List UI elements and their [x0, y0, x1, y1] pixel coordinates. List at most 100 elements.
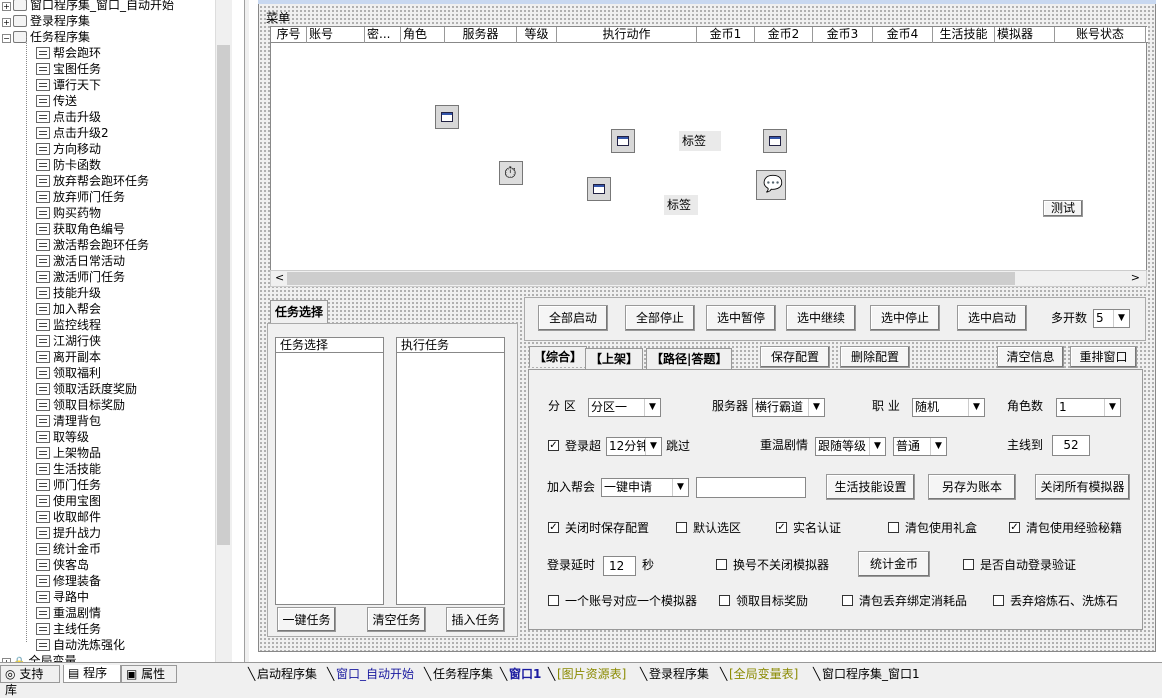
document-tab[interactable]: 窗口_自动开始 — [336, 666, 414, 682]
collapse-icon[interactable]: − — [2, 34, 11, 43]
tree-item[interactable]: 自动洗炼强化 — [36, 637, 125, 653]
one-key-task-button[interactable]: 一键任务 — [277, 607, 336, 632]
grid-column-header[interactable]: 账号状态 — [1055, 27, 1146, 43]
resume-selected-button[interactable]: 选中继续 — [786, 305, 856, 331]
tree-item[interactable]: − 任务程序集 — [2, 29, 90, 45]
save-on-close-checkbox[interactable]: ✓ — [548, 522, 559, 533]
login-delay-input[interactable]: 12 — [603, 556, 636, 576]
login-timeout-checkbox[interactable]: ✓ — [548, 440, 559, 451]
role-count-select[interactable]: 1 ▼ — [1056, 398, 1121, 417]
timer-component-icon[interactable] — [611, 129, 635, 153]
clear-info-button[interactable]: 清空信息 — [997, 346, 1064, 368]
tree-item[interactable]: 加入帮会 — [36, 301, 101, 317]
delete-config-button[interactable]: 删除配置 — [840, 346, 910, 368]
tree-item[interactable]: 监控线程 — [36, 317, 101, 333]
tree-item[interactable]: 取等级 — [36, 429, 89, 445]
tree-item[interactable]: 江湖行侠 — [36, 333, 101, 349]
pause-selected-button[interactable]: 选中暂停 — [706, 305, 776, 331]
tree-item[interactable]: 购买药物 — [36, 205, 101, 221]
life-skill-settings-button[interactable]: 生活技能设置 — [826, 474, 915, 500]
tree-item[interactable]: 激活帮会跑环任务 — [36, 237, 149, 253]
tree-item[interactable]: 放弃帮会跑环任务 — [36, 173, 149, 189]
timer-component-icon[interactable] — [763, 129, 787, 153]
tree-item[interactable]: 提升战力 — [36, 525, 101, 541]
server-select[interactable]: 横行霸道 ▼ — [752, 398, 825, 417]
tree-item[interactable]: 方向移动 — [36, 141, 101, 157]
stop-all-button[interactable]: 全部停止 — [625, 305, 695, 331]
document-tab[interactable]: 窗口程序集_窗口1 — [822, 666, 920, 682]
one-account-one-emulator-checkbox[interactable] — [548, 595, 559, 606]
insert-task-button[interactable]: 插入任务 — [446, 607, 505, 632]
chat-bubble-icon[interactable]: 💬 — [756, 170, 786, 200]
tab-support-library[interactable]: ◎ 支持库 — [0, 665, 60, 697]
tree-item[interactable]: 使用宝图 — [36, 493, 101, 509]
auto-login-verify-checkbox[interactable] — [963, 559, 974, 570]
tree-item[interactable]: 领取目标奖励 — [36, 397, 125, 413]
grid-column-header[interactable]: 等级 — [517, 27, 557, 43]
replay-mode-select[interactable]: 普通 ▼ — [893, 437, 947, 456]
tree-item[interactable]: 谭行天下 — [36, 77, 101, 93]
tree-item[interactable]: 宝图任务 — [36, 61, 101, 77]
grid-column-header[interactable]: 金币1 — [697, 27, 755, 43]
start-selected-button[interactable]: 选中启动 — [957, 305, 1027, 331]
timer-component-icon[interactable] — [587, 177, 611, 201]
grid-column-header[interactable]: 账号 — [307, 27, 365, 43]
tree-item[interactable]: 激活师门任务 — [36, 269, 125, 285]
task-select-list[interactable]: 任务选择 — [275, 337, 384, 605]
keep-emulator-checkbox[interactable] — [716, 559, 727, 570]
tree-item[interactable]: 离开副本 — [36, 349, 101, 365]
grid-column-header[interactable]: 金币4 — [873, 27, 933, 43]
tree-item[interactable]: 修理装备 — [36, 573, 101, 589]
close-emulators-button[interactable]: 关闭所有模拟器 — [1035, 474, 1130, 500]
stopwatch-icon[interactable]: ⏱ — [499, 161, 523, 185]
tree-item[interactable]: + 登录程序集 — [2, 13, 90, 29]
tree-item[interactable]: + 窗口程序集_窗口_自动开始 — [2, 0, 174, 13]
tree-item[interactable]: 收取邮件 — [36, 509, 101, 525]
expand-icon[interactable]: + — [2, 2, 11, 11]
tree-item[interactable]: 领取活跃度奖励 — [36, 381, 137, 397]
use-gift-checkbox[interactable] — [888, 522, 899, 533]
mainline-input[interactable]: 52 — [1052, 435, 1090, 456]
document-tab[interactable]: [全局变量表] — [729, 666, 798, 682]
tree-item[interactable]: 主线任务 — [36, 621, 101, 637]
grid-column-header[interactable]: 执行动作 — [557, 27, 697, 43]
rearrange-windows-button[interactable]: 重排窗口 — [1070, 346, 1137, 368]
tree-item[interactable]: 点击升级2 — [36, 125, 109, 141]
tree-item[interactable]: 放弃师门任务 — [36, 189, 125, 205]
grid-column-header[interactable]: 密... — [365, 27, 401, 43]
tree-item[interactable]: 获取角色编号 — [36, 221, 125, 237]
account-grid[interactable]: 序号 账号 密... 角色 服务器 等级 执行动作 金币1 金币2 金币3 金币4 生活技能 模拟器 账号… — [270, 26, 1148, 286]
tree-item[interactable]: 传送 — [36, 93, 77, 109]
document-tab[interactable]: 登录程序集 — [649, 666, 709, 682]
start-all-button[interactable]: 全部启动 — [538, 305, 608, 331]
default-zone-checkbox[interactable] — [676, 522, 687, 533]
document-tab[interactable]: 窗口1 — [509, 666, 541, 682]
grid-column-header[interactable]: 服务器 — [445, 27, 517, 43]
tree-item[interactable]: 激活日常活动 — [36, 253, 125, 269]
exec-task-list[interactable]: 执行任务 — [396, 337, 505, 605]
scroll-left-icon[interactable]: < — [275, 271, 284, 284]
tree-item[interactable]: 侠客岛 — [36, 557, 89, 573]
tab-properties[interactable]: ▣ 属性 — [121, 665, 177, 683]
test-button[interactable]: 测试 — [1043, 200, 1083, 217]
join-guild-select[interactable]: 一键申请 ▼ — [601, 478, 689, 497]
stop-selected-button[interactable]: 选中停止 — [870, 305, 940, 331]
grid-column-header[interactable]: 模拟器 — [995, 27, 1055, 43]
job-select[interactable]: 随机 ▼ — [912, 398, 985, 417]
use-exp-book-checkbox[interactable]: ✓ — [1009, 522, 1020, 533]
tree-item[interactable]: 点击升级 — [36, 109, 101, 125]
tree-item[interactable]: 上架物品 — [36, 445, 101, 461]
tree-item[interactable]: 统计金币 — [36, 541, 101, 557]
login-timeout-select[interactable]: 12分钟 ▼ — [606, 437, 662, 456]
zone-select[interactable]: 分区一 ▼ — [588, 398, 661, 417]
tree-item[interactable]: +🔒全局变量 — [2, 653, 76, 662]
tab-task-selection[interactable]: 任务选择 — [270, 300, 329, 323]
tree-scrollbar-thumb[interactable] — [217, 45, 230, 545]
tree-item[interactable]: 寻路中 — [36, 589, 89, 605]
tree-item[interactable]: 技能升级 — [36, 285, 101, 301]
grid-column-header[interactable]: 金币3 — [813, 27, 873, 43]
label-control[interactable]: 标签 — [679, 131, 721, 151]
document-tab[interactable]: [图片资源表] — [557, 666, 626, 682]
document-tab[interactable]: 启动程序集 — [257, 666, 317, 682]
tab-path-answer[interactable]: 【路径|答题】 — [646, 348, 733, 370]
